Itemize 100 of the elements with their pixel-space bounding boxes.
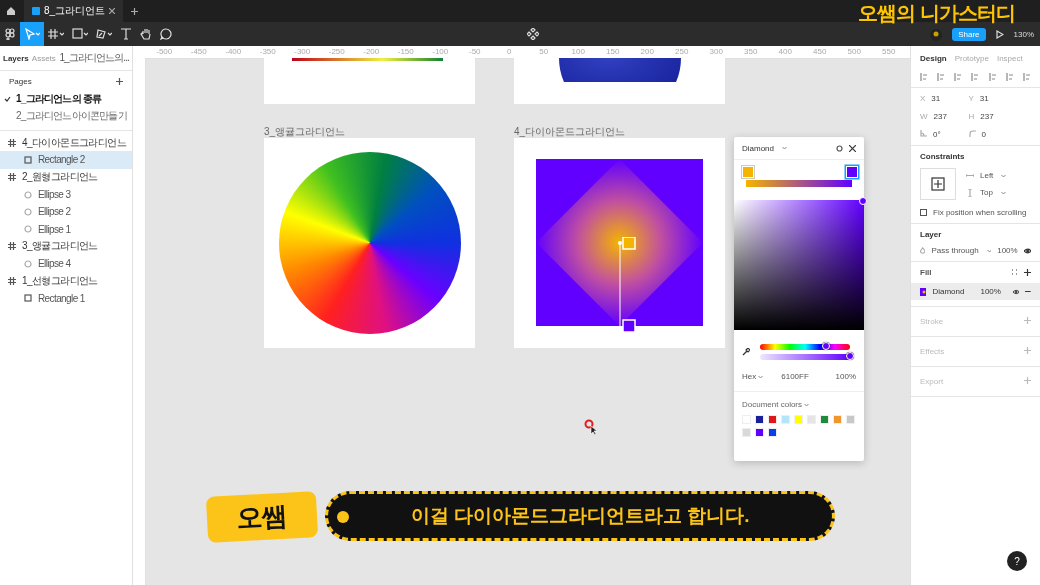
component-icon (527, 28, 539, 40)
eye-icon (1012, 288, 1020, 295)
subtitle: 이걸 다이아몬드그라디언트라고 합니다. (325, 491, 835, 541)
align-icon (988, 73, 997, 81)
layer-item[interactable]: Ellipse 3 (0, 185, 132, 204)
section-title: Effects (920, 347, 945, 356)
cursor-icon (584, 419, 598, 435)
plus-icon (931, 177, 945, 191)
blend-mode-select[interactable]: Pass through (931, 246, 979, 255)
pen-icon (96, 28, 112, 40)
page-item[interactable]: 2_그라디언느아이콘만들기 (0, 107, 132, 124)
layer-item[interactable]: Ellipse 1 (0, 220, 132, 238)
layer-item[interactable]: Ellipse 2 (0, 203, 132, 221)
color-swatch[interactable] (755, 415, 764, 424)
align-icon (1005, 73, 1014, 81)
rectangle-icon (24, 155, 32, 164)
rectangle-icon (72, 28, 88, 40)
rotation-field[interactable]: 0° (933, 130, 941, 139)
ruler-label: -200 (362, 46, 381, 58)
color-swatch[interactable] (846, 415, 855, 424)
property-field[interactable]: Y 31 (968, 94, 1017, 103)
vertical-constraint-select[interactable]: Top (980, 188, 993, 197)
align-icon (971, 73, 980, 81)
chevron-icon (1001, 173, 1007, 178)
ruler-label: -350 (258, 46, 277, 58)
frame-icon (8, 242, 16, 251)
hue-thumb[interactable] (821, 342, 830, 350)
zoom-level[interactable]: 130% (1013, 30, 1034, 39)
horizontal-constraint-select[interactable]: Left (980, 171, 994, 180)
gradient-bar[interactable] (746, 180, 852, 187)
color-swatch[interactable] (742, 428, 751, 437)
page-select[interactable]: 1_그라디언느의... (59, 51, 129, 65)
hex-field[interactable]: 6100FF (781, 372, 809, 381)
ruler-label: 50 (538, 46, 550, 58)
property-field[interactable]: W 237 (920, 112, 969, 121)
gradient-type-select[interactable]: Diamond (742, 143, 774, 153)
format-select[interactable]: Hex (742, 372, 757, 381)
close-icon (109, 8, 116, 14)
layer-item[interactable]: Rectangle 2 (0, 151, 132, 169)
color-stop[interactable] (846, 166, 858, 178)
pages-title: Pages (9, 77, 32, 86)
pointer-icon (24, 28, 40, 40)
color-swatch[interactable] (833, 415, 842, 424)
swatches-title[interactable]: Document colors (742, 400, 803, 409)
layer-item[interactable]: Rectangle 1 (0, 289, 132, 307)
ruler-label: 150 (605, 46, 621, 58)
opacity-thumb[interactable] (846, 352, 854, 360)
color-swatch[interactable] (807, 415, 816, 424)
ruler-label: 450 (812, 46, 828, 58)
hue-slider[interactable] (760, 344, 850, 350)
chevron-icon (1000, 190, 1006, 195)
color-swatch[interactable] (820, 415, 829, 424)
constraints-widget[interactable] (920, 168, 956, 200)
align-icon (954, 73, 963, 81)
checkbox[interactable] (920, 209, 927, 216)
property-field[interactable]: H 237 (968, 112, 1017, 121)
ruler-label: -50 (467, 46, 482, 58)
layer-item[interactable]: Ellipse 4 (0, 255, 132, 273)
color-swatch[interactable] (768, 415, 777, 424)
frame-label[interactable]: 4_다이아몬드그라디언느 (514, 125, 626, 139)
layer-item[interactable]: 3_앵귤그라디언느 (0, 237, 132, 256)
align-icon (937, 73, 946, 81)
checkbox-label: Fix position when scrolling (933, 208, 1027, 217)
eyedropper-icon (742, 348, 750, 356)
frame-label[interactable]: 3_앵귤그라디언느 (264, 125, 346, 139)
rotate-icon (836, 144, 843, 152)
add-icon (1024, 347, 1031, 354)
layer-item[interactable]: 1_선형그라디언느 (0, 272, 132, 290)
alpha-field[interactable]: 100% (835, 372, 856, 381)
color-swatch[interactable] (768, 428, 777, 437)
panel-tab[interactable]: Layers (3, 53, 29, 63)
radius-field[interactable]: 0 (981, 130, 986, 139)
ruler-label: -500 (155, 46, 174, 58)
ruler-label: 100 (570, 46, 586, 58)
color-handle[interactable] (859, 197, 867, 205)
saturation-area[interactable] (734, 200, 864, 330)
layer-item[interactable]: 4_다이아몬드그라디언느 (0, 134, 132, 152)
add-icon (1024, 269, 1031, 276)
opacity-field[interactable]: 100% (997, 246, 1018, 255)
color-swatch[interactable] (794, 415, 803, 424)
fill-row[interactable]: Diamond 100% (911, 283, 1040, 300)
property-field[interactable]: X 31 (920, 94, 969, 103)
logo-icon (4, 28, 16, 40)
ruler-label: -250 (327, 46, 346, 58)
avatar[interactable] (930, 28, 943, 41)
section-title: Fill (920, 268, 932, 277)
ruler-label: 550 (881, 46, 897, 58)
page-item[interactable]: 1_그라디언느의 종류 (0, 90, 132, 107)
color-swatch[interactable] (755, 428, 764, 437)
color-stop[interactable] (742, 166, 754, 178)
chevron-icon (782, 146, 787, 150)
play-icon (995, 30, 1004, 39)
panel-tab[interactable]: Design (920, 54, 947, 63)
ellipse-icon (24, 259, 32, 268)
ruler-label: 250 (674, 46, 690, 58)
layer-item[interactable]: 2_원형그라디언느 (0, 168, 132, 186)
gradient-handle[interactable] (618, 237, 636, 333)
plus-icon (131, 7, 139, 15)
file-tab[interactable]: 8_그라디언트 (24, 0, 124, 22)
color-swatch[interactable] (781, 415, 790, 424)
